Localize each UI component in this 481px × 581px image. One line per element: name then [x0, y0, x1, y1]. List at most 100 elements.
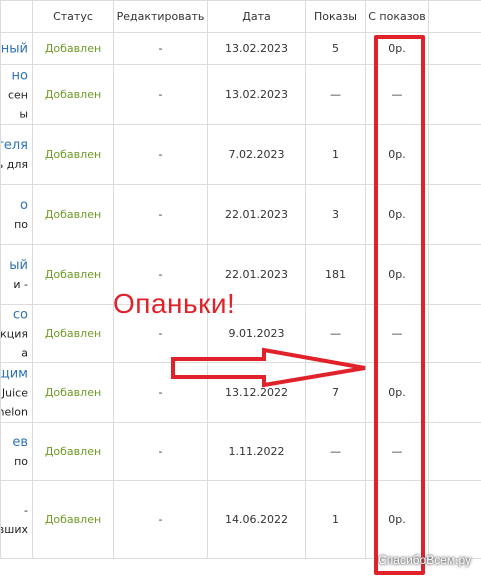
cell-date-value: 9.01.2023 [228, 327, 285, 340]
cell-edit-value: - [158, 513, 163, 526]
cell-status-value: Добавлен [44, 445, 102, 458]
cell-status: Добавлен [32, 480, 114, 559]
cell-date-value: 22.01.2023 [225, 268, 288, 281]
review-title-sub: укция а [0, 327, 29, 359]
review-title-link[interactable]: со [2, 306, 28, 325]
cell-title[interactable]: - вших [0, 480, 33, 559]
cell-from-views-value: — [391, 88, 403, 101]
cell-title[interactable]: о по [0, 184, 33, 245]
table-body: онный Добавлен - 13.02.2023 5 0р. но сен ы Добав… [0, 32, 481, 559]
table-row: о по Добавлен - 22.01.2023 3 0р. [0, 184, 481, 245]
cell-title[interactable]: онный [0, 32, 33, 65]
cell-edit-value: - [158, 386, 163, 399]
arrow-right-icon [171, 347, 366, 388]
cell-edit: - [113, 124, 208, 185]
annotation-caption: Опаньки! [113, 288, 236, 319]
table-row: онный Добавлен - 13.02.2023 5 0р. [0, 32, 481, 65]
cell-views-value: — [330, 327, 341, 340]
cell-extra [428, 244, 481, 305]
cell-edit: - [113, 422, 208, 481]
cell-from-views: 0р. [365, 244, 429, 305]
table-header-row: Статус Редактировать Дата Показы С показ… [0, 0, 481, 33]
cell-views: 3 [305, 184, 366, 245]
cell-status-value: Добавлен [44, 327, 102, 340]
cell-views-value: 1 [332, 148, 339, 161]
cell-from-views: — [365, 64, 429, 125]
cell-edit-value: - [158, 148, 163, 161]
table-row: но сен ы Добавлен - 13.02.2023 — — [0, 64, 481, 125]
cell-extra [428, 64, 481, 125]
cell-title[interactable]: теля ль для [0, 124, 33, 185]
cell-status: Добавлен [32, 124, 114, 185]
cell-status: Добавлен [32, 362, 114, 423]
cell-views-value: 181 [325, 268, 346, 281]
cell-views-value: — [330, 445, 341, 458]
cell-date: 1.11.2022 [207, 422, 306, 481]
cell-date-value: 13.02.2023 [225, 42, 288, 55]
review-title-link[interactable]: ощим [2, 364, 29, 383]
header-extra [428, 0, 481, 33]
cell-views: — [305, 422, 366, 481]
cell-edit: - [113, 32, 208, 65]
cell-extra [428, 184, 481, 245]
cell-title[interactable]: со укция а [0, 304, 33, 363]
cell-title[interactable]: ев по [0, 422, 33, 481]
cell-extra [428, 32, 481, 65]
table-row: ый и - Добавлен - 22.01.2023 181 0р. [0, 244, 481, 305]
header-edit: Редактировать [113, 0, 208, 33]
review-title-link[interactable]: теля [2, 136, 29, 155]
header-title [0, 0, 33, 33]
header-views: Показы [305, 0, 366, 33]
cell-title[interactable]: но сен ы [0, 64, 33, 125]
cell-status: Добавлен [32, 422, 114, 481]
review-title-link[interactable]: онный [2, 39, 29, 58]
cell-extra [428, 124, 481, 185]
header-date: Дата [207, 0, 306, 33]
review-title-sub: по [14, 217, 28, 231]
cell-from-views-value: 0р. [388, 208, 406, 221]
cell-title[interactable]: ощим Juice nelon [0, 362, 33, 423]
review-title-link[interactable]: но [8, 66, 28, 85]
cell-extra [428, 422, 481, 481]
cell-date: 7.02.2023 [207, 124, 306, 185]
table-row: - вших Добавлен - 14.06.2022 1 0р. [0, 480, 481, 559]
cell-extra [428, 362, 481, 423]
cell-edit-value: - [158, 445, 163, 458]
cell-views: 1 [305, 480, 366, 559]
cell-extra [428, 480, 481, 559]
cell-extra [428, 304, 481, 363]
review-title-link[interactable]: ый [9, 256, 28, 275]
cell-date: 14.06.2022 [207, 480, 306, 559]
cell-title[interactable]: ый и - [0, 244, 33, 305]
reviews-table: Статус Редактировать Дата Показы С показ… [0, 0, 481, 559]
cell-status-value: Добавлен [44, 208, 102, 221]
header-status: Статус [32, 0, 114, 33]
cell-status-value: Добавлен [44, 42, 102, 55]
review-title-sub: и - [13, 277, 28, 291]
cell-views: 181 [305, 244, 366, 305]
cell-date: 13.02.2023 [207, 64, 306, 125]
cell-from-views-value: 0р. [388, 42, 406, 55]
cell-views: — [305, 64, 366, 125]
cell-status: Добавлен [32, 64, 114, 125]
cell-status-value: Добавлен [44, 148, 102, 161]
cell-status: Добавлен [32, 304, 114, 363]
cell-views: 5 [305, 32, 366, 65]
cell-from-views: 0р. [365, 124, 429, 185]
site-watermark: СпасибоВсем.ру [378, 553, 471, 567]
cell-date: 13.02.2023 [207, 32, 306, 65]
review-title-link[interactable]: ев [12, 433, 28, 452]
cell-status-value: Добавлен [44, 88, 102, 101]
cell-views-value: — [330, 88, 341, 101]
cell-date-value: 13.02.2023 [225, 88, 288, 101]
review-title-sub: сен ы [7, 88, 28, 120]
cell-from-views-value: — [391, 327, 403, 340]
cell-from-views: 0р. [365, 480, 429, 559]
cell-views-value: 1 [332, 513, 339, 526]
cell-edit-value: - [158, 42, 163, 55]
header-from-views: С показов [365, 0, 429, 33]
review-title-link[interactable]: о [14, 196, 28, 215]
cell-edit-value: - [158, 327, 163, 340]
cell-from-views-value: 0р. [388, 386, 406, 399]
cell-edit-value: - [158, 88, 163, 101]
